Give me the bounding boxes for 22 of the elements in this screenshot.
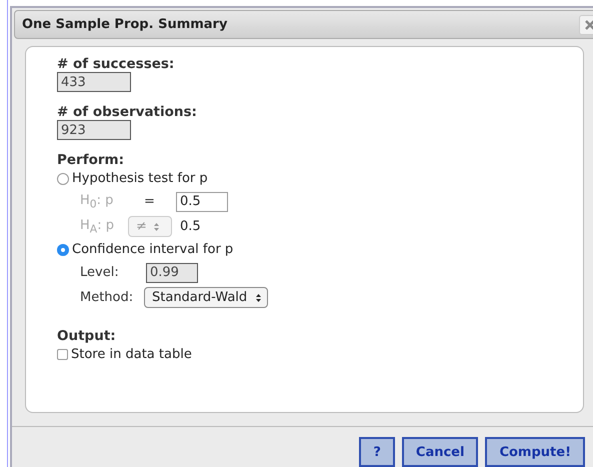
radio-label: Confidence interval for p <box>72 242 234 257</box>
window-title: One Sample Prop. Summary <box>22 17 228 32</box>
dialog-button[interactable]: ? <box>359 437 395 467</box>
section-label: Output: <box>57 328 116 344</box>
input-field[interactable]: 0.99 <box>146 262 198 282</box>
input-field[interactable]: 433 <box>57 72 131 92</box>
value-text: 0.5 <box>180 219 201 234</box>
hypothesis-label: H$_{0}$: p <box>80 192 114 210</box>
input-field[interactable]: 923 <box>57 120 131 140</box>
input-field[interactable]: 0.5 <box>176 192 228 212</box>
hypothesis-label: H$_{A}$: p <box>80 218 115 236</box>
field-label: # of observations: <box>57 104 197 120</box>
field-label: # of successes: <box>57 56 174 72</box>
level-label: Level: <box>80 265 120 280</box>
dialog-button[interactable]: Compute! <box>485 437 585 467</box>
checkbox-label: Store in data table <box>71 347 192 362</box>
method-label: Method: <box>80 290 134 305</box>
operator-text: = <box>144 194 156 209</box>
section-label: Perform: <box>57 152 124 168</box>
dialog-button[interactable]: Cancel <box>402 437 478 467</box>
radio-label: Hypothesis test for p <box>72 171 208 186</box>
method-dropdown[interactable]: Standard-Wald <box>144 287 268 308</box>
